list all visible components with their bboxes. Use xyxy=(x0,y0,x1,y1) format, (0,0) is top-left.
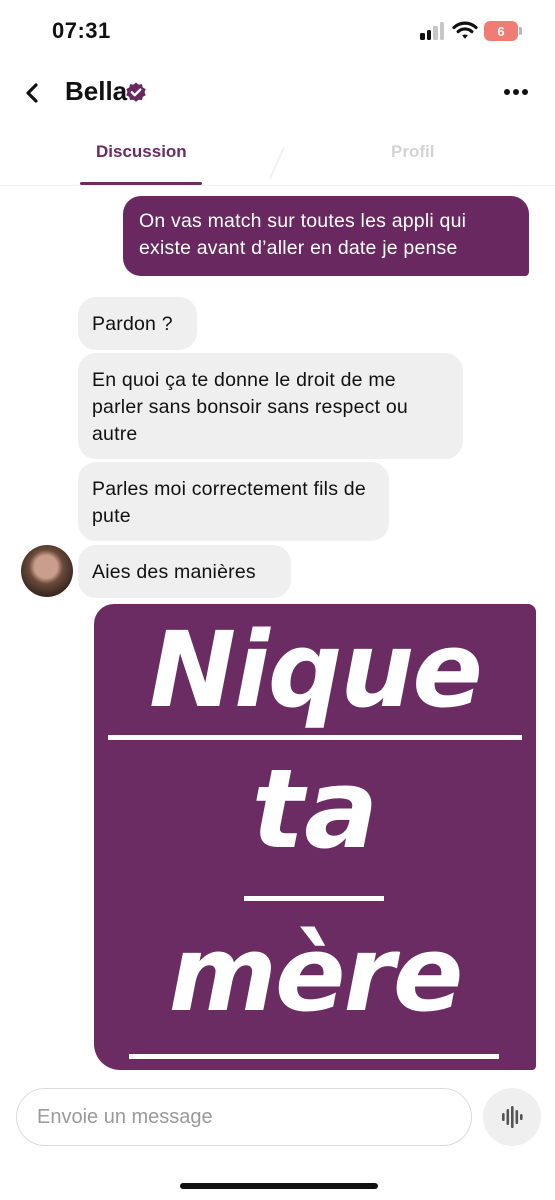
sticker-word: Nique xyxy=(149,609,483,731)
sticker-image-message[interactable]: Nique ta mère xyxy=(94,604,536,1070)
avatar[interactable] xyxy=(21,545,73,597)
active-tab-indicator xyxy=(80,182,202,185)
tab-divider xyxy=(269,147,285,179)
battery-level: 6 xyxy=(497,23,505,39)
home-indicator xyxy=(180,1183,378,1189)
tab-discussion[interactable]: Discussion xyxy=(96,142,187,162)
message-bubble-received[interactable]: Pardon ? xyxy=(78,297,197,350)
more-horizontal-icon[interactable] xyxy=(498,78,534,106)
sticker-underline xyxy=(244,896,384,901)
chat-header: Bella xyxy=(0,62,555,124)
chat-tabs: Discussion Profil xyxy=(0,124,555,186)
message-text: En quoi ça te donne le droit de me parle… xyxy=(92,369,408,445)
status-bar: 07:31 6 xyxy=(0,0,555,62)
battery-cap xyxy=(519,27,522,35)
composer-bar xyxy=(0,1080,555,1200)
sticker-underline xyxy=(108,735,522,740)
message-bubble-received[interactable]: Aies des manières xyxy=(78,545,291,598)
contact-name[interactable]: Bella xyxy=(65,76,127,107)
battery-indicator: 6 xyxy=(484,21,518,41)
cellular-signal-icon xyxy=(420,22,446,40)
message-bubble-sent[interactable]: On vas match sur toutes les appli qui ex… xyxy=(123,196,529,276)
message-input[interactable] xyxy=(16,1088,472,1146)
voice-message-button[interactable] xyxy=(483,1088,541,1146)
wifi-icon xyxy=(452,21,478,39)
tab-profil[interactable]: Profil xyxy=(391,142,434,162)
message-bubble-received[interactable]: Parles moi correctement fils de pute xyxy=(78,462,389,541)
chevron-left-icon[interactable] xyxy=(18,78,46,108)
message-text: Parles moi correctement fils de pute xyxy=(92,478,366,527)
status-time: 07:31 xyxy=(52,18,111,43)
message-text: On vas match sur toutes les appli qui ex… xyxy=(139,210,467,259)
sticker-word: mère xyxy=(168,913,464,1035)
message-text: Pardon ? xyxy=(92,313,173,335)
verified-badge-icon xyxy=(126,82,146,102)
voice-waveform-icon xyxy=(502,1106,523,1128)
sticker-underline xyxy=(129,1054,499,1059)
message-bubble-received[interactable]: En quoi ça te donne le droit de me parle… xyxy=(78,353,463,459)
message-text: Aies des manières xyxy=(92,561,256,583)
sticker-word: ta xyxy=(251,745,379,873)
